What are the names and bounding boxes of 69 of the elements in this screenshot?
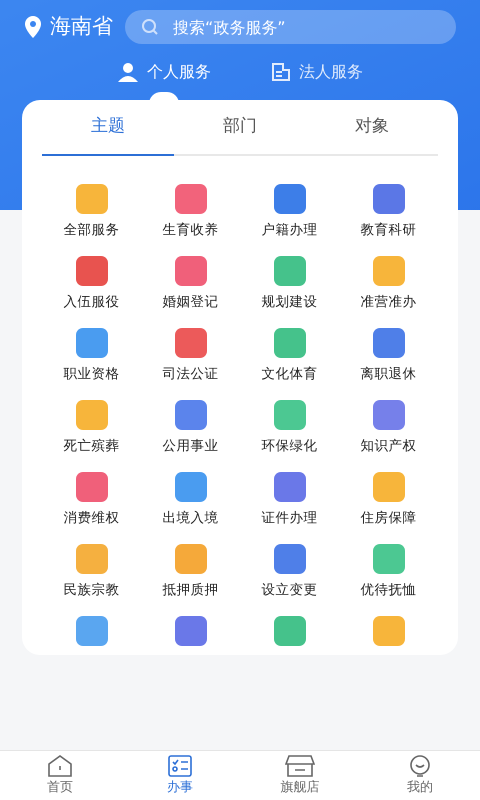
service-icon[interactable]	[174, 544, 206, 574]
category-tab[interactable]: 对象	[306, 100, 438, 156]
person-icon	[117, 62, 139, 82]
service-label[interactable]: 户籍办理	[262, 220, 318, 240]
service-icon[interactable]	[76, 544, 108, 574]
service-icon[interactable]	[274, 472, 306, 502]
house-icon	[47, 754, 73, 778]
document-icon	[271, 62, 291, 82]
service-icon[interactable]	[372, 544, 404, 574]
location-pin-icon	[24, 16, 42, 38]
service-icon[interactable]	[174, 184, 206, 214]
service-icon[interactable]	[274, 616, 306, 646]
service-icon[interactable]	[274, 256, 306, 286]
service-label[interactable]: 民族宗教	[64, 580, 120, 600]
service-icon[interactable]	[274, 328, 306, 358]
service-icon[interactable]	[174, 256, 206, 286]
nav-tab[interactable]: 首页	[0, 751, 120, 800]
nav-tab[interactable]: 办事	[120, 751, 240, 800]
service-icon[interactable]	[372, 184, 404, 214]
service-label[interactable]: 死亡殡葬	[64, 436, 120, 456]
service-label[interactable]: 环保绿化	[262, 436, 318, 456]
service-icon[interactable]	[76, 472, 108, 502]
service-tab[interactable]: 个人服务	[117, 60, 211, 84]
service-icon[interactable]	[372, 472, 404, 502]
service-label[interactable]: 证件办理	[262, 508, 318, 528]
service-label[interactable]: 消费维权	[64, 508, 120, 528]
service-label[interactable]: 司法公证	[162, 364, 218, 384]
service-icon[interactable]	[76, 400, 108, 430]
service-icon[interactable]	[372, 256, 404, 286]
service-label[interactable]: 设立变更	[262, 580, 318, 600]
service-label[interactable]: 规划建设	[262, 292, 318, 312]
service-icon[interactable]	[174, 472, 206, 502]
service-label[interactable]: 生育收养	[162, 220, 218, 240]
service-icon[interactable]	[174, 328, 206, 358]
service-label[interactable]: 公用事业	[162, 436, 218, 456]
storefront-icon	[285, 754, 315, 778]
service-label[interactable]: 入伍服役	[64, 292, 120, 312]
service-label[interactable]: 知识产权	[360, 436, 416, 456]
location-label[interactable]: 海南省	[50, 11, 113, 43]
service-icon[interactable]	[76, 328, 108, 358]
smiley-icon	[407, 754, 433, 778]
search-icon	[141, 18, 159, 36]
service-icon[interactable]	[274, 184, 306, 214]
category-tab[interactable]: 部门	[174, 100, 306, 156]
service-label[interactable]: 文化体育	[262, 364, 318, 384]
service-icon[interactable]	[76, 616, 108, 646]
service-icon[interactable]	[372, 328, 404, 358]
service-icon[interactable]	[274, 400, 306, 430]
category-tab[interactable]: 主题	[42, 100, 174, 156]
service-label[interactable]: 优待抚恤	[360, 580, 416, 600]
service-label[interactable]: 抵押质押	[162, 580, 218, 600]
service-label[interactable]: 离职退休	[360, 364, 416, 384]
service-label[interactable]: 教育科研	[360, 220, 416, 240]
service-label[interactable]: 出境入境	[162, 508, 218, 528]
service-icon[interactable]	[372, 400, 404, 430]
service-icon[interactable]	[76, 256, 108, 286]
service-icon[interactable]	[174, 400, 206, 430]
checklist-icon	[167, 754, 193, 778]
service-label[interactable]: 婚姻登记	[162, 292, 218, 312]
service-label[interactable]: 全部服务	[64, 220, 120, 240]
nav-tab[interactable]: 我的	[360, 751, 480, 800]
nav-tab[interactable]: 旗舰店	[240, 751, 360, 800]
service-label[interactable]: 职业资格	[64, 364, 120, 384]
service-icon[interactable]	[174, 616, 206, 646]
service-label[interactable]: 住房保障	[360, 508, 416, 528]
service-icon[interactable]	[274, 544, 306, 574]
service-icon[interactable]	[76, 184, 108, 214]
service-icon[interactable]	[372, 616, 404, 646]
service-label[interactable]: 准营准办	[360, 292, 416, 312]
